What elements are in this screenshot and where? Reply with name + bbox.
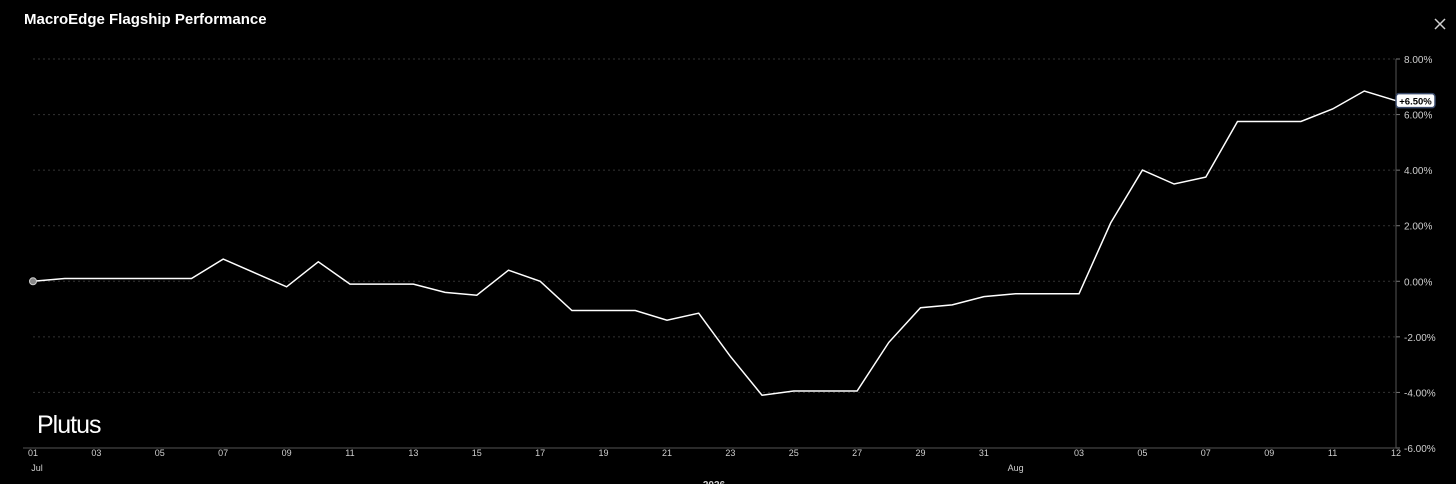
- performance-chart: 8.00% 6.00% 4.00% 2.00% 0.00% -2.00% -4.00% -6.…: [23, 55, 1436, 484]
- series-point: [1236, 120, 1239, 123]
- x-tick-label: 07: [1201, 448, 1211, 458]
- x-tick-label: 01: [28, 448, 38, 458]
- series-point: [507, 269, 510, 272]
- x-tick-label: 05: [1137, 448, 1147, 458]
- y-tick-label: -4.00%: [1404, 388, 1436, 399]
- series-point: [887, 341, 890, 344]
- series-point: [1299, 120, 1302, 123]
- x-tick-label: 03: [91, 448, 101, 458]
- series-point: [951, 303, 954, 306]
- series-point: [285, 285, 288, 288]
- x-tick-label: 25: [789, 448, 799, 458]
- series-point: [824, 390, 827, 393]
- x-tick-label: 05: [155, 448, 165, 458]
- x-tick-label: 07: [218, 448, 228, 458]
- series-point: [729, 355, 732, 358]
- series-point: [348, 283, 351, 286]
- series-point: [1141, 169, 1144, 172]
- series-point: [380, 283, 383, 286]
- x-tick-label: 17: [535, 448, 545, 458]
- series-point: [222, 258, 225, 261]
- series-point: [602, 309, 605, 312]
- x-tick-label: 19: [599, 448, 609, 458]
- x-tick-label: 11: [345, 448, 354, 458]
- x-tick-label: 09: [282, 448, 292, 458]
- series-point: [1173, 183, 1176, 186]
- series-point: [761, 394, 764, 397]
- series-point: [982, 295, 985, 298]
- x-month-label: Jul: [31, 463, 43, 473]
- series-point: [1268, 120, 1271, 123]
- y-tick-label: 6.00%: [1404, 111, 1432, 122]
- x-tick-label: 09: [1264, 448, 1274, 458]
- x-tick-label: 29: [916, 448, 926, 458]
- series-line: [32, 90, 1397, 396]
- series-point: [127, 277, 130, 280]
- series-point: [1204, 176, 1207, 179]
- series-point: [919, 306, 922, 309]
- y-tick-label: -2.00%: [1404, 333, 1436, 344]
- x-tick-label: 15: [472, 448, 482, 458]
- y-tick-label: 8.00%: [1404, 55, 1432, 66]
- series-point: [444, 291, 447, 294]
- x-tick-label: 03: [1074, 448, 1084, 458]
- y-tick-label: 4.00%: [1404, 166, 1432, 177]
- series-point: [697, 312, 700, 315]
- series-point: [634, 309, 637, 312]
- x-month-label: Aug: [1008, 463, 1024, 473]
- y-axis: 8.00% 6.00% 4.00% 2.00% 0.00% -2.00% -4.00% -6.…: [1395, 55, 1436, 455]
- series-point: [158, 277, 161, 280]
- series-point: [665, 319, 668, 322]
- series-point: [475, 294, 478, 297]
- series-point: [1046, 292, 1049, 295]
- y-tick-label: 2.00%: [1404, 222, 1432, 233]
- series-point: [63, 277, 66, 280]
- series-point: [539, 280, 542, 283]
- x-year-label: 2026: [703, 480, 726, 484]
- series-point: [1363, 89, 1366, 92]
- y-tick-label: -6.00%: [1404, 444, 1436, 455]
- gridlines: [33, 58, 1396, 449]
- series-points: [29, 89, 1366, 397]
- series-point: [1014, 292, 1017, 295]
- x-tick-label: 12: [1391, 448, 1401, 458]
- x-tick-label: 11: [1328, 448, 1337, 458]
- series-point: [856, 390, 859, 393]
- series-start-point: [29, 277, 37, 286]
- x-tick-label: 13: [408, 448, 418, 458]
- series-point: [95, 277, 98, 280]
- series-point: [1078, 292, 1081, 295]
- series-point: [570, 309, 573, 312]
- x-tick-label: 23: [725, 448, 735, 458]
- last-value-text: +6.50%: [1399, 97, 1432, 108]
- y-tick-label: 0.00%: [1404, 277, 1432, 288]
- series-point: [190, 277, 193, 280]
- series-point: [1331, 108, 1334, 111]
- plutus-watermark: Plutus: [37, 411, 101, 439]
- x-axis: 01 03 05 07 09 11 13 15 17 19 21 23 25 27 29 31 03 05 07 09…: [23, 447, 1401, 484]
- series-point: [317, 260, 320, 263]
- series-point: [253, 271, 256, 274]
- series-point: [412, 283, 415, 286]
- series-point: [1109, 221, 1112, 224]
- last-value-label: +6.50%: [1395, 92, 1436, 109]
- x-tick-label: 27: [852, 448, 862, 458]
- series-point: [792, 390, 795, 393]
- x-tick-label: 21: [662, 448, 672, 458]
- x-tick-label: 31: [979, 448, 989, 458]
